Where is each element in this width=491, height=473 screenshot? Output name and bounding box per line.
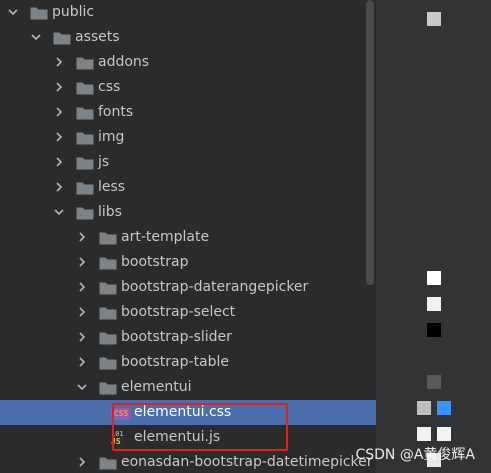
tree-item-label: css	[98, 79, 121, 95]
chevron-right-icon[interactable]	[76, 256, 88, 268]
tree-item-art-template[interactable]: art-template	[0, 225, 376, 250]
tree-item-label: assets	[75, 29, 120, 45]
tree-item-label: fonts	[98, 104, 134, 120]
chevron-right-icon[interactable]	[53, 106, 65, 118]
tree-item-label: img	[98, 129, 125, 145]
tree-item-css[interactable]: css	[0, 75, 376, 100]
gutter-marker	[437, 401, 451, 415]
tree-item-less[interactable]: less	[0, 175, 376, 200]
watermark-text: CSDN @A黄俊辉A	[355, 447, 475, 463]
chevron-right-icon[interactable]	[76, 456, 88, 468]
chevron-right-icon[interactable]	[53, 81, 65, 93]
chevron-right-icon[interactable]	[76, 231, 88, 243]
tree-item-label: bootstrap-select	[121, 304, 236, 320]
tree-item-libs[interactable]: libs	[0, 200, 376, 225]
folder-icon	[99, 456, 117, 470]
folder-icon	[99, 306, 117, 320]
folder-icon	[53, 31, 71, 45]
folder-icon	[99, 381, 117, 395]
folder-icon	[76, 131, 94, 145]
gutter-marker	[427, 297, 441, 311]
chevron-down-icon[interactable]	[7, 6, 19, 18]
chevron-right-icon[interactable]	[53, 131, 65, 143]
chevron-right-icon[interactable]	[76, 281, 88, 293]
gutter-marker	[427, 375, 441, 389]
tree-item-bootstrap-daterangepicker[interactable]: bootstrap-daterangepicker	[0, 275, 376, 300]
tree-item-label: bootstrap-daterangepicker	[121, 279, 309, 295]
tree-item-label: eonasdan-bootstrap-datetimepicker	[121, 454, 373, 470]
folder-icon	[99, 281, 117, 295]
tree-item-public[interactable]: public	[0, 0, 376, 25]
tree-item-label: art-template	[121, 229, 210, 245]
chevron-right-icon[interactable]	[53, 181, 65, 193]
folder-icon	[76, 206, 94, 220]
chevron-right-icon[interactable]	[76, 331, 88, 343]
tree-item-elementui[interactable]: elementui	[0, 375, 376, 400]
chevron-right-icon[interactable]	[76, 306, 88, 318]
tree-item-img[interactable]: img	[0, 125, 376, 150]
folder-icon	[76, 56, 94, 70]
tree-item-eonasdan-bootstrap-datetimepicker[interactable]: eonasdan-bootstrap-datetimepicker	[0, 450, 376, 473]
editor-gutter	[376, 0, 491, 473]
tree-item-label: bootstrap	[121, 254, 189, 270]
chevron-right-icon[interactable]	[53, 56, 65, 68]
tree-item-label: less	[98, 179, 126, 195]
folder-icon	[99, 231, 117, 245]
tree-item-js[interactable]: js	[0, 150, 376, 175]
chevron-down-icon[interactable]	[30, 31, 42, 43]
chevron-down-icon[interactable]	[53, 206, 65, 218]
tree-item-label: js	[98, 154, 110, 170]
folder-icon	[76, 106, 94, 120]
folder-icon	[30, 6, 48, 20]
gutter-marker	[417, 427, 431, 441]
tree-item-label: libs	[98, 204, 122, 220]
tree-item-label: addons	[98, 54, 150, 70]
gutter-marker	[437, 427, 451, 441]
chevron-right-icon[interactable]	[53, 156, 65, 168]
tree-item-bootstrap-table[interactable]: bootstrap-table	[0, 350, 376, 375]
tree-item-label: bootstrap-table	[121, 354, 230, 370]
folder-icon	[76, 81, 94, 95]
gutter-marker	[427, 271, 441, 285]
tree-item-assets[interactable]: assets	[0, 25, 376, 50]
annotation-highlight-box	[112, 403, 288, 451]
folder-icon	[99, 331, 117, 345]
tree-item-bootstrap-slider[interactable]: bootstrap-slider	[0, 325, 376, 350]
tree-item-label: public	[52, 4, 95, 20]
tree-item-fonts[interactable]: fonts	[0, 100, 376, 125]
folder-icon	[76, 181, 94, 195]
tree-item-label: bootstrap-slider	[121, 329, 232, 345]
folder-icon	[99, 356, 117, 370]
gutter-marker	[427, 12, 441, 26]
tree-item-bootstrap-select[interactable]: bootstrap-select	[0, 300, 376, 325]
chevron-right-icon[interactable]	[76, 356, 88, 368]
chevron-down-icon[interactable]	[76, 381, 88, 393]
folder-icon	[76, 156, 94, 170]
gutter-marker	[417, 401, 431, 415]
tree-item-bootstrap[interactable]: bootstrap	[0, 250, 376, 275]
tree-item-addons[interactable]: addons	[0, 50, 376, 75]
tree-item-label: elementui	[121, 379, 192, 395]
tree-scrollbar[interactable]	[366, 0, 374, 285]
gutter-marker	[427, 323, 441, 337]
folder-icon	[99, 256, 117, 270]
